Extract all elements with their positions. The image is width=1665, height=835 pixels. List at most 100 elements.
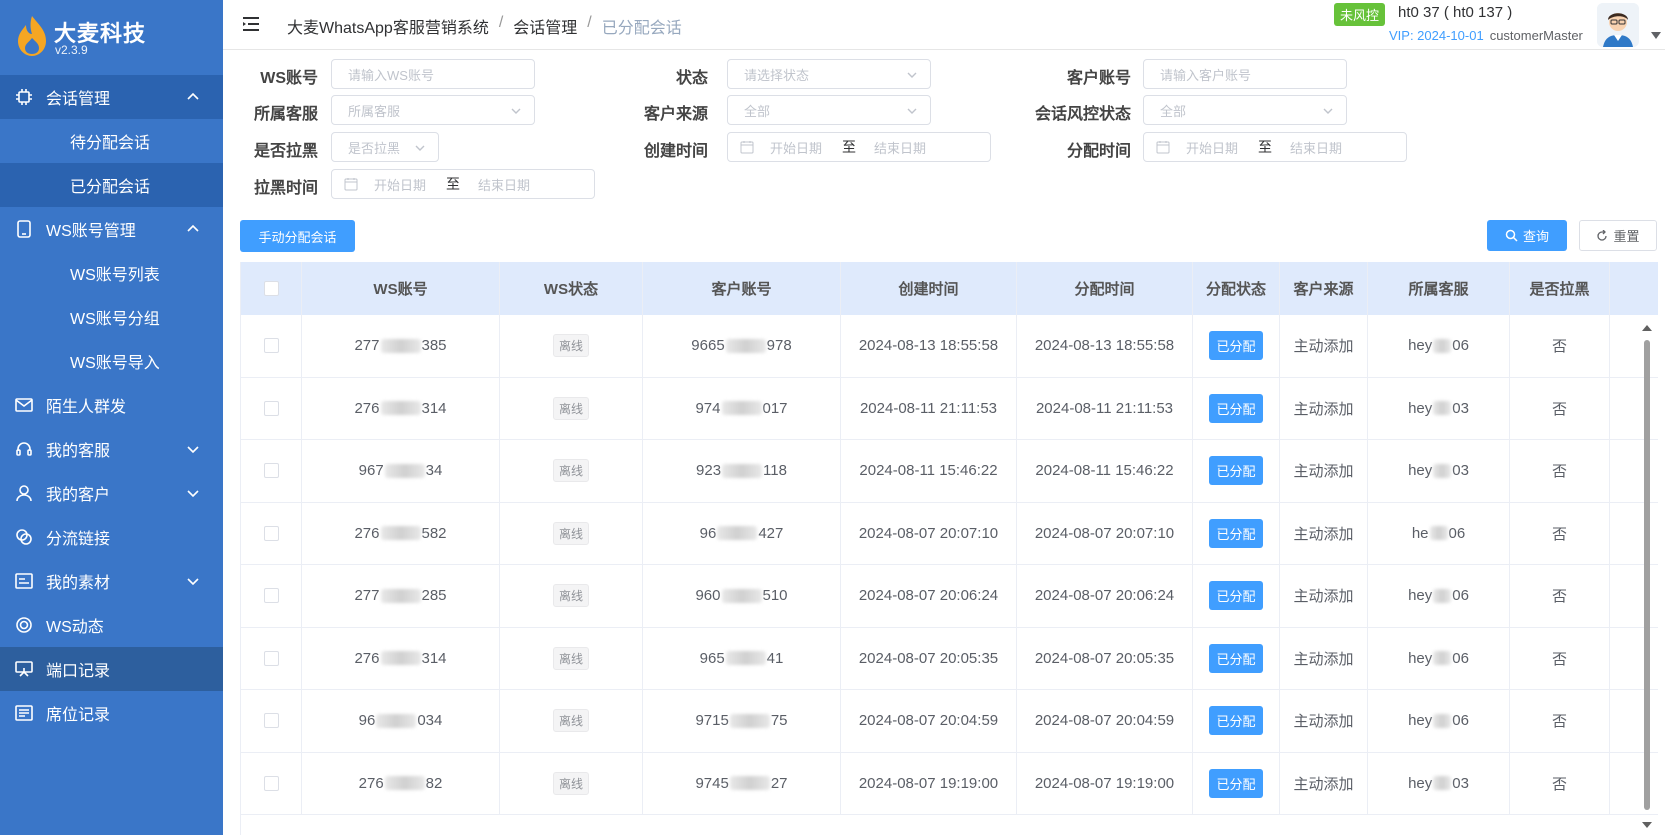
customer-account-suffix: 427 [758, 524, 784, 542]
sidebar-item-my-agents[interactable]: 我的客服 [0, 427, 223, 471]
table-row[interactable]: 277 285 离线 960 510 2024-08-07 20:06:24 2024-08… [241, 565, 1658, 628]
agent-prefix: hey [1408, 462, 1433, 480]
table-scrollbar[interactable] [1640, 318, 1654, 835]
row-checkbox[interactable] [263, 400, 279, 416]
scroll-down-icon[interactable] [1642, 821, 1652, 829]
end-date-placeholder[interactable]: 结束日期 [478, 175, 530, 194]
table-row[interactable]: 96 034 离线 9715 75 2024-08-07 20:04:59 2024-08-… [241, 690, 1658, 753]
column-header[interactable]: 分配时间 [1017, 262, 1193, 315]
sidebar-item-ws-group[interactable]: WS账号分组 [0, 295, 223, 339]
sidebar-item-ws-moments[interactable]: WS动态 [0, 603, 223, 647]
breadcrumb-item[interactable]: 会话管理 [513, 14, 577, 38]
end-date-placeholder[interactable]: 结束日期 [874, 138, 926, 157]
masked-digits [717, 526, 758, 541]
ws-account-input[interactable]: 请输入WS账号 [331, 59, 535, 89]
blacklisted-cell: 否 [1510, 752, 1610, 814]
avatar[interactable] [1597, 3, 1639, 47]
created-time-range[interactable]: 开始日期 至 结束日期 [727, 132, 991, 162]
column-header[interactable]: 分配状态 [1193, 262, 1280, 315]
column-header[interactable]: 客户账号 [643, 262, 841, 315]
chevron-down-icon [415, 145, 425, 151]
sidebar-item-stranger-broadcast[interactable]: 陌生人群发 [0, 383, 223, 427]
source-cell: 主动添加 [1280, 502, 1368, 564]
risk-status-select[interactable]: 全部 [1143, 95, 1347, 125]
sidebar-item-pending[interactable]: 待分配会话 [0, 119, 223, 163]
scroll-up-icon[interactable] [1642, 324, 1652, 332]
assigned-time-cell: 2024-08-07 19:19:00 [1017, 752, 1193, 814]
row-checkbox[interactable] [263, 713, 279, 729]
created-time-cell: 2024-08-11 21:11:53 [841, 377, 1017, 439]
row-checkbox[interactable] [263, 463, 279, 479]
ws-account-cell: 276 582 [302, 502, 500, 564]
breadcrumb-item[interactable]: 大麦WhatsApp客服营销系统 [287, 14, 489, 38]
ws-status-cell: 离线 [500, 315, 643, 377]
sidebar-item-ws-import[interactable]: WS账号导入 [0, 339, 223, 383]
chevron-down-icon [187, 446, 199, 454]
row-checkbox[interactable] [263, 588, 279, 604]
agent-suffix: 06 [1452, 649, 1469, 667]
masked-digits [725, 338, 766, 353]
table-row[interactable]: 276 314 离线 965 41 2024-08-07 20:05:35 2024-08-… [241, 627, 1658, 690]
assigned-time-range[interactable]: 开始日期 至 结束日期 [1143, 132, 1407, 162]
agent-suffix: 06 [1452, 587, 1469, 605]
ws-status-cell: 离线 [500, 502, 643, 564]
table-row[interactable]: 277 385 离线 9665 978 2024-08-13 18:55:58 2024-0… [241, 315, 1658, 378]
customer-account-input[interactable]: 请输入客户账号 [1143, 59, 1347, 89]
ws-account-cell: 276 82 [302, 752, 500, 814]
app-root: 大麦科技 v2.3.9 会话管理 待分配会话 已分配会话 WS账号管理 WS账号… [0, 0, 1665, 835]
column-header[interactable]: 创建时间 [841, 262, 1017, 315]
agent-cell: hey 06 [1368, 565, 1510, 627]
reset-button[interactable]: 重置 [1579, 220, 1657, 251]
status-select[interactable]: 请选择状态 [727, 59, 931, 89]
masked-digits [380, 651, 421, 666]
table-header: WS账号 WS状态 客户账号 创建时间 分配时间 分配状态 客户来源 所属客服 … [241, 262, 1658, 315]
start-date-placeholder[interactable]: 开始日期 [1186, 138, 1238, 157]
sidebar-item-assigned[interactable]: 已分配会话 [0, 163, 223, 207]
table-row[interactable]: 276 82 离线 9745 27 2024-08-07 19:19:00 2024-08-… [241, 752, 1658, 815]
sidebar-item-ws-list[interactable]: WS账号列表 [0, 251, 223, 295]
menu-toggle-icon[interactable] [241, 14, 261, 34]
caret-down-icon[interactable] [1651, 32, 1661, 40]
sidebar-item-seat-records[interactable]: 席位记录 [0, 691, 223, 735]
customer-account-suffix: 510 [762, 587, 788, 605]
row-checkbox[interactable] [263, 650, 279, 666]
blacklisted-cell: 否 [1510, 315, 1610, 377]
start-date-placeholder[interactable]: 开始日期 [770, 138, 822, 157]
ws-account-prefix: 276 [354, 399, 380, 417]
agent-prefix: he [1411, 524, 1429, 542]
scrollbar-thumb[interactable] [1644, 340, 1650, 810]
blacklisted-select[interactable]: 是否拉黑 [331, 132, 439, 162]
sidebar-item-label: 分流链接 [46, 531, 111, 548]
table-row[interactable]: 276 582 离线 96 427 2024-08-07 20:07:10 2024-08-… [241, 502, 1658, 565]
assign-status-cell: 已分配 [1193, 627, 1280, 689]
select-all-checkbox[interactable] [263, 281, 279, 296]
end-date-placeholder[interactable]: 结束日期 [1290, 138, 1342, 157]
row-checkbox[interactable] [263, 775, 279, 791]
manual-assign-button[interactable]: 手动分配会话 [240, 220, 355, 252]
agent-select[interactable]: 所属客服 [331, 95, 535, 125]
blacklist-time-range[interactable]: 开始日期 至 结束日期 [331, 169, 595, 199]
table-row[interactable]: 967 34 离线 923 118 2024-08-11 15:46:22 2024-08-… [241, 440, 1658, 503]
table-row[interactable]: 276 314 离线 974 017 2024-08-11 21:11:53 2024-08… [241, 377, 1658, 440]
sidebar-item-my-customers[interactable]: 我的客户 [0, 471, 223, 515]
column-header[interactable]: 所属客服 [1368, 262, 1510, 315]
column-header[interactable]: 客户来源 [1280, 262, 1368, 315]
start-date-placeholder[interactable]: 开始日期 [374, 175, 426, 194]
row-checkbox[interactable] [263, 525, 279, 541]
vip-expiry: VIP: 2024-10-01 [1389, 28, 1484, 43]
source-select[interactable]: 全部 [727, 95, 931, 125]
column-header[interactable]: 是否拉黑 [1510, 262, 1610, 315]
query-button[interactable]: 查询 [1487, 220, 1567, 251]
column-header[interactable]: WS状态 [500, 262, 643, 315]
user-icon [14, 483, 34, 503]
sidebar-item-my-materials[interactable]: 我的素材 [0, 559, 223, 603]
source-label: 客户来源 [643, 106, 708, 123]
ws-account-prefix: 276 [358, 774, 384, 792]
sidebar-item-port-records[interactable]: 端口记录 [0, 647, 223, 691]
sidebar-item-ws-mgmt[interactable]: WS账号管理 [0, 207, 223, 251]
sidebar-item-split-link[interactable]: 分流链接 [0, 515, 223, 559]
sidebar: 大麦科技 v2.3.9 会话管理 待分配会话 已分配会话 WS账号管理 WS账号… [0, 0, 223, 835]
sidebar-item-session-mgmt[interactable]: 会话管理 [0, 75, 223, 119]
column-header[interactable]: WS账号 [302, 262, 500, 315]
row-checkbox[interactable] [263, 338, 279, 354]
